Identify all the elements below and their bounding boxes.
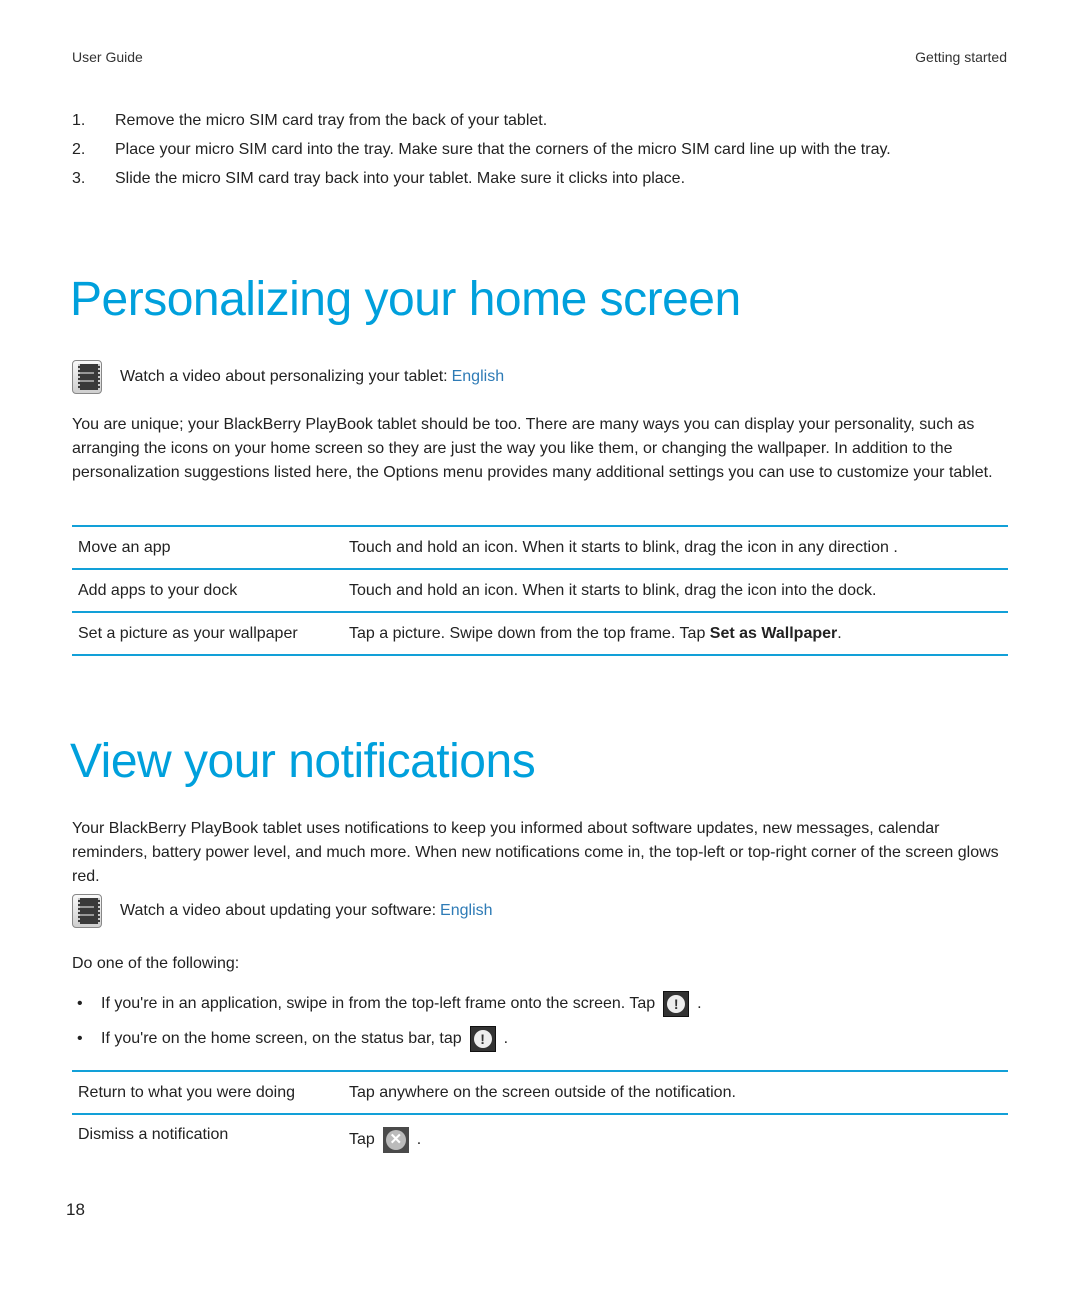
action-text: Tap a picture. Swipe down from the top f… [349, 624, 710, 642]
section-title-notifications: View your notifications [70, 735, 536, 788]
action-cell: Tap ✕. [343, 1114, 1008, 1171]
video-link-english[interactable]: English [440, 902, 492, 920]
task-cell: Return to what you were doing [78, 1083, 296, 1101]
notification-icon: ! [469, 1026, 496, 1052]
video-row-personalizing: Watch a video about personalizing your t… [72, 360, 504, 394]
action-cell: Tap a picture. Swipe down from the top f… [343, 612, 1008, 655]
step-item: 1. Remove the micro SIM card tray from th… [72, 112, 547, 130]
instructions-intro: Do one of the following: [72, 955, 240, 972]
action-suffix: . [416, 1131, 422, 1149]
personalize-table: Move an app Touch and hold an icon. When… [72, 527, 1008, 656]
bullet-dot: • [77, 1030, 83, 1047]
notifications-paragraph: Your BlackBerry PlayBook tablet uses not… [72, 820, 999, 885]
table-row: Return to what you were doing Tap anywhe… [72, 1072, 1008, 1114]
bullet-item: • If you're on the home screen, on the s… [77, 1026, 508, 1052]
bullet-text: If you're in an application, swipe in fr… [101, 995, 656, 1012]
section-title-personalizing: Personalizing your home screen [70, 273, 741, 326]
task-cell: Move an app [78, 538, 171, 556]
step-item: 3. Slide the micro SIM card tray back int… [72, 170, 685, 188]
film-icon [72, 894, 102, 928]
close-icon: ✕ [382, 1127, 409, 1153]
step-number: 1. [72, 112, 86, 129]
action-text: Tap [349, 1131, 375, 1149]
ui-label-set-as-wallpaper: Set as Wallpaper [709, 624, 838, 642]
step-item: 2. Place your micro SIM card into the tra… [72, 141, 891, 159]
table-row: Move an app Touch and hold an icon. When… [72, 527, 1008, 569]
bullet-suffix: . [503, 1030, 509, 1047]
table-row: Add apps to your dock Touch and hold an … [72, 569, 1008, 612]
step-text: Slide the micro SIM card tray back into … [115, 170, 686, 187]
action-cell: Tap anywhere on the screen outside of th… [349, 1083, 736, 1101]
bullet-suffix: . [697, 995, 702, 1012]
step-number: 3. [72, 170, 86, 187]
running-header-right: Getting started [915, 49, 1007, 65]
step-text: Place your micro SIM card into the tray.… [115, 141, 891, 158]
action-cell: Touch and hold an icon. When it starts t… [349, 581, 877, 599]
notification-icon: ! [663, 991, 690, 1017]
action-cell: Touch and hold an icon. When it starts t… [349, 538, 898, 556]
task-cell: Dismiss a notification [78, 1126, 229, 1143]
step-text: Remove the micro SIM card tray from the … [115, 112, 548, 129]
bullet-item: • If you're in an application, swipe in … [77, 991, 702, 1017]
bullet-text: If you're on the home screen, on the sta… [101, 1030, 462, 1047]
running-header-left: User Guide [72, 49, 143, 65]
step-number: 2. [72, 141, 86, 158]
table-row: Set a picture as your wallpaper Tap a pi… [72, 612, 1008, 655]
video-text: Watch a video about personalizing your t… [120, 368, 448, 385]
video-row-updating: Watch a video about updating your softwa… [72, 894, 493, 928]
video-link-english[interactable]: English [452, 368, 504, 386]
notifications-table: Return to what you were doing Tap anywhe… [72, 1072, 1008, 1171]
film-icon [72, 360, 102, 394]
task-cell: Set a picture as your wallpaper [78, 624, 298, 642]
video-text: Watch a video about updating your softwa… [120, 902, 437, 919]
task-cell: Add apps to your dock [78, 581, 238, 599]
action-suffix: . [837, 624, 842, 642]
table-row: Dismiss a notification Tap ✕. [72, 1114, 1008, 1171]
intro-paragraph: You are unique; your BlackBerry PlayBook… [72, 416, 993, 481]
bullet-dot: • [77, 995, 83, 1012]
page-number: 18 [66, 1200, 85, 1219]
